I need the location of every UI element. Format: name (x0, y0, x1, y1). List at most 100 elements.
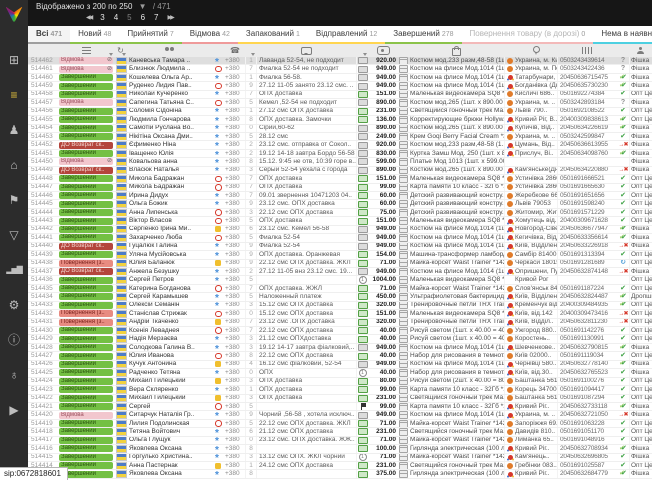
table-row[interactable]: 514442ЗавершенийСергіенко Ірина Ми..+380… (28, 226, 652, 234)
order-comment[interactable]: 27.12 11-05 внз 23.12 смс. 19... (256, 268, 356, 275)
order-comment[interactable]: 27.12 смс ОПХ доставка (256, 108, 356, 115)
column-header-phone[interactable]: ☎ (225, 44, 245, 57)
tracking-number[interactable]: 20450636715475 (557, 74, 617, 81)
table-row[interactable]: 514415ЗавершенийГоргулько Христина..*+38… (28, 454, 652, 462)
product-name[interactable]: Костюм на флисе Мод.1014 (1шт. х 949.00 … (408, 82, 504, 89)
order-comment[interactable] (256, 276, 356, 283)
customer-name[interactable]: Вера Скляренко (127, 386, 213, 393)
order-comment[interactable]: 23.12 смс. Кемел 56-58 (256, 226, 356, 233)
order-comment[interactable]: ОПХ доставка (256, 91, 356, 98)
table-row[interactable]: 514432Повернення (з..Станіслав Стрижак+3… (28, 310, 652, 318)
column-header-tst[interactable] (617, 44, 629, 57)
table-row[interactable]: 514461Відмова⊘Близнюк Людмила ..+3807Фиа… (28, 65, 652, 73)
customer-name[interactable]: Сергей Петров (127, 276, 213, 283)
customer-phone[interactable]: +380 (225, 403, 245, 410)
table-row[interactable]: 514430ЗавершенийКсенія Леваднея+380722.1… (28, 327, 652, 335)
customer-name[interactable]: Сергей Карамышев (127, 293, 213, 300)
tab-всі[interactable]: Всі471 (28, 26, 70, 44)
customer-name[interactable]: Ситарчук Наталія Гр.. (127, 411, 213, 418)
order-comment[interactable]: ОПХ доставка. Оранжевая (256, 251, 356, 258)
tracking-number[interactable]: 0501691571229 (557, 209, 617, 216)
product-name[interactable]: Майка-корсет Waist Trainer *142.. (408, 454, 504, 461)
customer-name[interactable]: Горгулько Христина.. (127, 454, 213, 461)
product-name[interactable]: Детский развивающий констру.. (408, 192, 504, 199)
customer-name[interactable]: Лилия Подолинская (127, 420, 213, 427)
customer-phone[interactable]: +380 (225, 57, 245, 64)
customer-name[interactable]: Яковлева Оксана (127, 445, 213, 452)
tracking-number[interactable]: 20450632824487 (557, 293, 617, 300)
order-comment[interactable]: Фиалка 52-54 (256, 234, 356, 241)
table-row[interactable]: 514439ЗавершенийУляна Мусійовська*+3809О… (28, 251, 652, 259)
customer-phone[interactable]: +380 (225, 243, 245, 250)
tab-запакований[interactable]: Запакований1 (238, 26, 308, 44)
table-row[interactable]: 514444ЗавершенийАнна Липенська+380322.12… (28, 209, 652, 217)
customer-name[interactable]: Юлия Иванова (127, 352, 213, 359)
table-row[interactable]: 514427ЗавершенийЮлия Иванова+380822.12 с… (28, 352, 652, 360)
customer-name[interactable]: Сергей (127, 403, 213, 410)
table-row[interactable]: 514448ЗавершенийМикола Бадражан+3807ОПХ … (28, 175, 652, 183)
page-button-7[interactable]: 7 (154, 13, 158, 22)
table-row[interactable]: 514440ДО Возврат ск..Гуцалюк Галина*+380… (28, 243, 652, 251)
customer-name[interactable]: Андрій Ткаченко (127, 319, 213, 326)
customer-phone[interactable]: +380 (225, 293, 245, 300)
customer-name[interactable]: Віктор Власов (127, 217, 213, 224)
customer-phone[interactable]: +380 (225, 454, 245, 461)
order-comment[interactable]: 19.12 14-17 завтра фіалковий,.. (256, 344, 356, 351)
customer-phone[interactable]: +380 (225, 369, 245, 376)
table-row[interactable]: 514456ЗавершенийСоломія Сідоніна*+380127… (28, 108, 652, 116)
customer-phone[interactable]: +380 (225, 141, 245, 148)
customer-name[interactable]: Кучук Антонина (127, 361, 213, 368)
product-name[interactable]: Платье Мод 1013 (1шт. х 599.00.. (408, 158, 504, 165)
customer-phone[interactable]: +380 (225, 285, 245, 292)
tracking-number[interactable]: 20450636613955 (557, 141, 617, 148)
product-name[interactable]: Костюм на флисе Мод.1014 (1ш.. (408, 243, 504, 250)
sidebar-item-warehouse[interactable]: ⌂ (0, 147, 28, 182)
last-page-button[interactable]: ▶▶ (168, 14, 173, 21)
table-row[interactable]: 514420ВідмоваСитарчук Наталія Гр..*+3809… (28, 411, 652, 419)
table-row[interactable]: 514419ЗавершенийЛилия Подолинская+380522… (28, 420, 652, 428)
sidebar-item-funnel[interactable]: ▽ (0, 217, 28, 252)
product-name[interactable]: Маленькая видеокамера SQ8 *.. (408, 276, 504, 283)
product-name[interactable]: Рисуй светом (1шт. х 40.00 = 40.. (408, 335, 504, 342)
tracking-number[interactable]: 0501691281689 (557, 260, 617, 267)
customer-name[interactable]: Ксенія Леваднея (127, 327, 213, 334)
order-comment[interactable]: Наложенный платеж (256, 293, 356, 300)
table-row[interactable]: 514438Повернення (з..Юлия Баланюк+380922… (28, 260, 652, 268)
column-header-pay[interactable] (356, 44, 368, 57)
order-comment[interactable]: 15.12 смс ОПХ доставка (256, 302, 356, 309)
product-name[interactable]: Гирлянда электрическая (100 л.. (408, 445, 504, 452)
customer-phone[interactable]: +380 (225, 65, 245, 72)
customer-phone[interactable]: +380 (225, 335, 245, 342)
table-row[interactable]: 514436ЗавершенийСергей Петров*+380511004… (28, 276, 652, 284)
customer-phone[interactable]: +380 (225, 91, 245, 98)
customer-name[interactable]: Радченко Тетяна (127, 369, 213, 376)
customer-phone[interactable]: +380 (225, 74, 245, 81)
tracking-number[interactable]: 20450632765523 (557, 369, 617, 376)
product-name[interactable]: Светящийся гоночный трек Ма.. (408, 462, 504, 469)
column-header-addr[interactable] (515, 44, 557, 57)
order-comment[interactable]: Фиалка 56-58. (256, 74, 356, 81)
table-row[interactable]: 514429ЗавершенийНадія Мерзаєва*+380321.1… (28, 335, 652, 343)
tracking-number[interactable]: 0501691130991 (557, 335, 617, 342)
customer-phone[interactable]: +380 (225, 352, 245, 359)
customer-phone[interactable]: +380 (225, 411, 245, 418)
filter-dropdown-icon[interactable] (109, 53, 113, 56)
customer-name[interactable]: Сапегина Татьяна С.. (127, 99, 213, 106)
product-name[interactable]: Маленькая видеокамера SQ8 *.. (408, 175, 504, 182)
customer-phone[interactable]: +380 (225, 175, 245, 182)
product-name[interactable]: Костюм мод.233 разм,48-58 (1.. (408, 141, 504, 148)
customer-name[interactable]: Уляна Мусійовська (127, 251, 213, 258)
tracking-number[interactable]: 0501691598240 (557, 200, 617, 207)
order-comment[interactable]: Кемел ,52-54 не подходит (256, 99, 356, 106)
customer-name[interactable]: Іващенко Юлія (127, 150, 213, 157)
customer-phone[interactable]: +380 (225, 378, 245, 385)
customer-name[interactable]: Олексій Семанін (127, 302, 213, 309)
page-button-5[interactable]: 5 (127, 13, 131, 22)
product-name[interactable]: Карта памяти 10 класс - 32Гб *1.. (408, 184, 504, 191)
product-name[interactable]: Светящийся гоночный трек Ма.. (408, 395, 504, 402)
customer-name[interactable]: Гуцалюк Галина (127, 243, 213, 250)
column-header-price[interactable] (368, 44, 398, 57)
tab-завершений[interactable]: Завершений278 (385, 26, 461, 44)
customer-phone[interactable]: +380 (225, 428, 245, 435)
order-comment[interactable]: Серый 52-54 уехала с города (256, 167, 356, 174)
